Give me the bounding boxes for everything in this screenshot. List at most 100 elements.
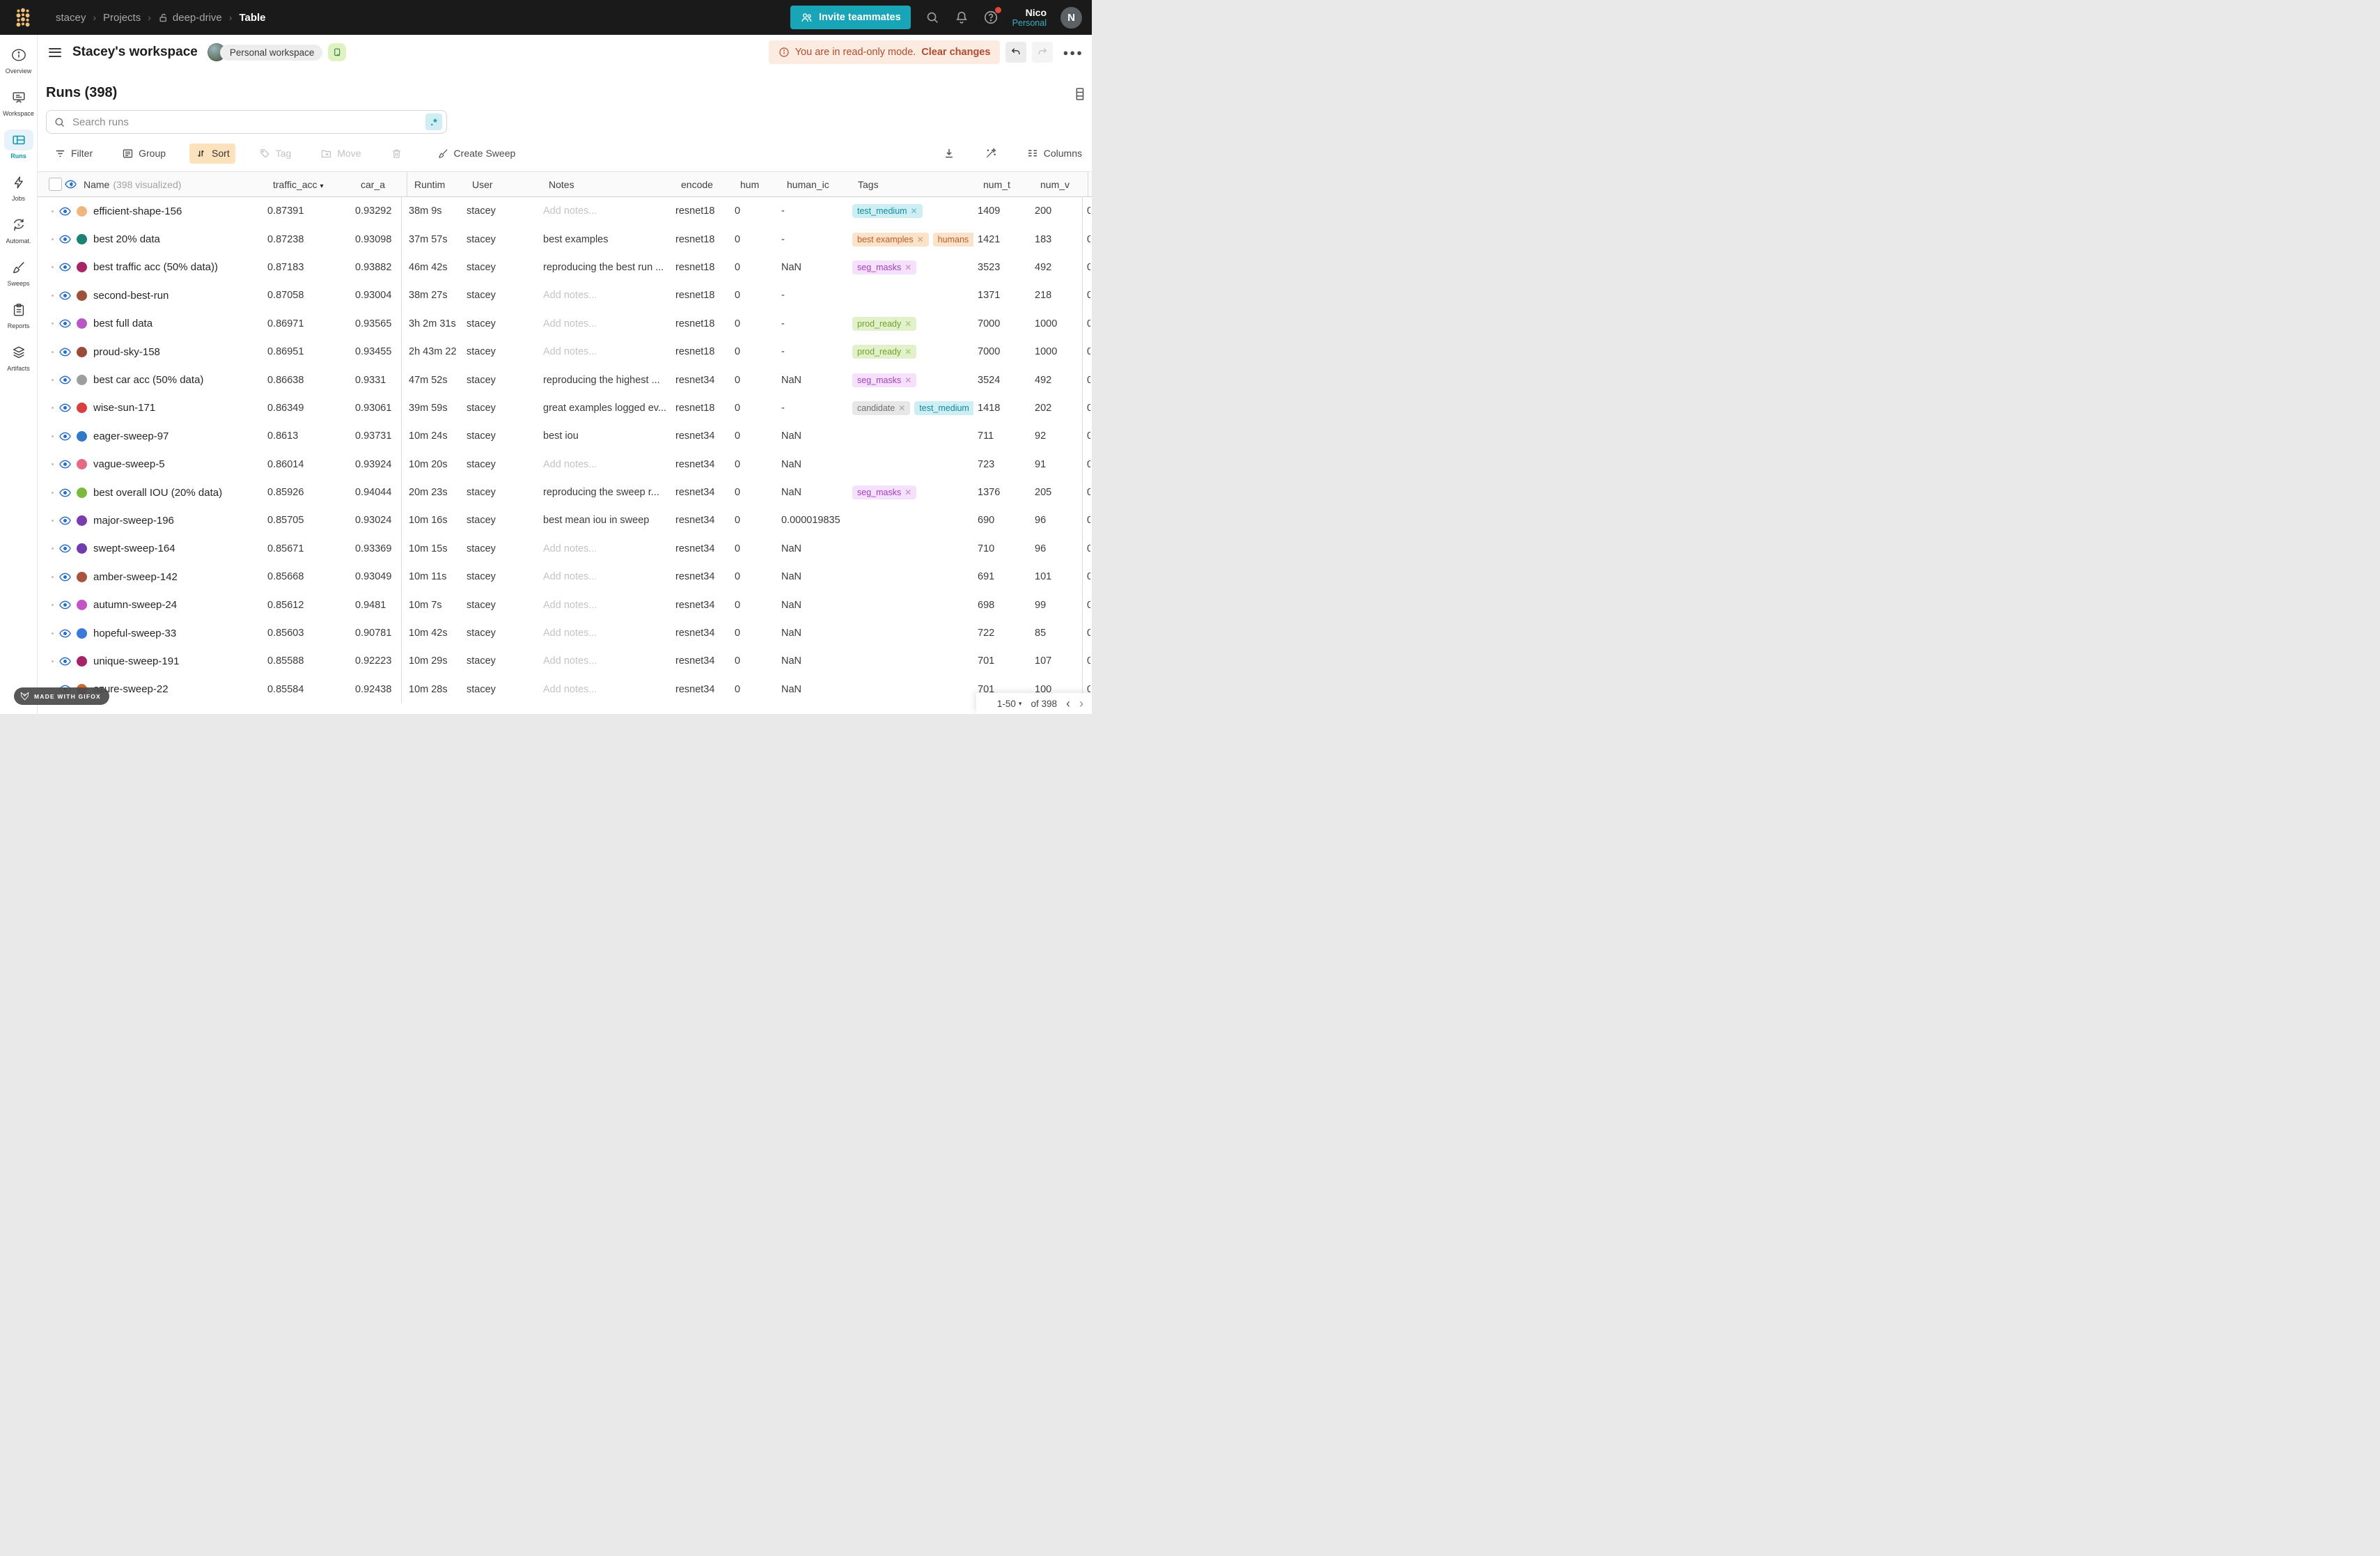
run-name[interactable]: swept-sweep-164 — [93, 543, 263, 554]
help-icon[interactable] — [983, 10, 999, 25]
remove-tag-icon[interactable]: ✕ — [905, 347, 911, 357]
tag-chip[interactable]: seg_masks✕ — [852, 485, 916, 499]
tag-chip[interactable]: test_medium✕ — [852, 204, 923, 218]
table-expand-icon[interactable] — [1074, 87, 1085, 101]
visibility-eye-icon[interactable] — [58, 373, 75, 387]
cell-notes[interactable]: Add notes... — [539, 346, 671, 357]
remove-tag-icon[interactable]: ✕ — [905, 488, 911, 497]
visibility-eye-icon[interactable] — [58, 486, 75, 499]
tag-chip[interactable]: test_medium✕ — [914, 401, 973, 415]
drag-handle[interactable] — [49, 295, 58, 297]
select-all-checkbox[interactable] — [49, 178, 62, 191]
cell-notes[interactable]: Add notes... — [539, 459, 671, 470]
tag-chip[interactable]: humans✕ — [933, 233, 973, 247]
filter-button[interactable]: Filter — [49, 143, 98, 164]
sidebar-item-automations[interactable]: Automat. — [0, 215, 38, 257]
run-name[interactable]: major-sweep-196 — [93, 515, 263, 527]
drag-handle[interactable] — [49, 520, 58, 522]
visibility-eye-icon[interactable] — [58, 205, 75, 218]
cell-notes[interactable]: reproducing the best run ... — [539, 262, 671, 273]
remove-tag-icon[interactable]: ✕ — [911, 206, 918, 216]
drag-handle[interactable] — [49, 576, 58, 578]
tag-chip[interactable]: seg_masks✕ — [852, 260, 916, 274]
search-runs-input[interactable] — [71, 116, 425, 129]
visibility-eye-icon[interactable] — [58, 542, 75, 555]
tag-chip[interactable]: seg_masks✕ — [852, 373, 916, 387]
visibility-eye-icon[interactable] — [58, 458, 75, 471]
cell-notes[interactable]: Add notes... — [539, 290, 671, 301]
run-name[interactable]: proud-sky-158 — [93, 346, 263, 358]
export-button[interactable] — [937, 143, 961, 164]
visibility-eye-icon[interactable] — [58, 655, 75, 668]
cell-notes[interactable]: Add notes... — [539, 543, 671, 554]
run-name[interactable]: azure-sweep-22 — [93, 683, 263, 695]
run-name[interactable]: best overall IOU (20% data) — [93, 487, 263, 499]
tag-chip[interactable]: candidate✕ — [852, 401, 910, 415]
tag-chip[interactable]: prod_ready✕ — [852, 345, 916, 359]
drag-handle[interactable] — [49, 351, 58, 353]
cell-notes[interactable]: Add notes... — [539, 318, 671, 329]
cell-notes[interactable]: Add notes... — [539, 655, 671, 667]
remove-tag-icon[interactable]: ✕ — [905, 263, 911, 272]
cell-notes[interactable]: great examples logged ev... — [539, 403, 671, 414]
sidebar-item-runs[interactable]: Runs — [0, 130, 38, 172]
wandb-logo-icon[interactable] — [11, 6, 35, 29]
drag-handle[interactable] — [49, 210, 58, 212]
sidebar-item-workspace[interactable]: Workspace — [0, 87, 38, 130]
visibility-eye-icon[interactable] — [58, 345, 75, 359]
cell-notes[interactable]: best examples — [539, 234, 671, 245]
drag-handle[interactable] — [49, 322, 58, 325]
run-name[interactable]: best full data — [93, 318, 263, 329]
sidebar-item-jobs[interactable]: Automat. Jobs — [0, 172, 38, 215]
workspace-sparkle-icon[interactable] — [328, 43, 346, 61]
drag-handle[interactable] — [49, 660, 58, 662]
cell-notes[interactable]: Add notes... — [539, 205, 671, 217]
run-name[interactable]: hopeful-sweep-33 — [93, 628, 263, 639]
visibility-eye-icon[interactable] — [58, 260, 75, 274]
run-name[interactable]: autumn-sweep-24 — [93, 599, 263, 611]
column-header-num-v[interactable]: num_v — [1036, 179, 1088, 190]
cell-notes[interactable]: Add notes... — [539, 600, 671, 611]
next-page-button[interactable]: › — [1079, 697, 1083, 710]
tag-chip[interactable]: best examples✕ — [852, 233, 929, 247]
notifications-bell-icon[interactable] — [954, 10, 969, 25]
clear-changes-button[interactable]: Clear changes — [921, 47, 990, 58]
column-header-num-t[interactable]: num_t — [979, 179, 1036, 190]
sort-button[interactable]: Sort — [189, 143, 235, 164]
drag-handle[interactable] — [49, 238, 58, 240]
cell-notes[interactable]: Add notes... — [539, 571, 671, 582]
tag-chip[interactable]: prod_ready✕ — [852, 317, 916, 331]
remove-tag-icon[interactable]: ✕ — [898, 403, 905, 413]
column-header-human[interactable]: human_ic — [783, 179, 854, 190]
cell-notes[interactable]: best mean iou in sweep — [539, 515, 671, 526]
run-name[interactable]: best 20% data — [93, 233, 263, 245]
cell-notes[interactable]: reproducing the sweep r... — [539, 487, 671, 498]
cell-notes[interactable]: reproducing the highest ... — [539, 375, 671, 386]
column-header-traffic-acc[interactable]: traffic_acc▾ — [269, 179, 357, 190]
remove-tag-icon[interactable]: ✕ — [917, 235, 924, 244]
drag-handle[interactable] — [49, 463, 58, 465]
run-name[interactable]: wise-sun-171 — [93, 402, 263, 414]
workspace-type-pill[interactable]: Personal workspace — [220, 45, 323, 61]
run-name[interactable]: amber-sweep-142 — [93, 571, 263, 583]
visibility-eye-icon[interactable] — [58, 430, 75, 443]
regex-toggle-button[interactable]: .* — [425, 114, 442, 130]
breadcrumb-projects[interactable]: Projects — [103, 12, 141, 24]
drag-handle[interactable] — [49, 492, 58, 494]
search-icon[interactable] — [925, 10, 940, 25]
move-button[interactable]: Move — [315, 143, 366, 164]
visibility-eye-icon[interactable] — [58, 233, 75, 246]
remove-tag-icon[interactable]: ✕ — [905, 375, 911, 385]
magic-wand-button[interactable] — [979, 143, 1003, 164]
visibility-eye-icon[interactable] — [58, 289, 75, 302]
sidebar-item-sweeps[interactable]: Sweeps — [0, 257, 38, 299]
create-sweep-button[interactable]: Create Sweep — [432, 143, 522, 164]
column-header-notes[interactable]: Notes — [545, 179, 677, 190]
drag-handle[interactable] — [49, 266, 58, 268]
column-header-car-a[interactable]: car_a — [357, 179, 407, 190]
visibility-eye-icon[interactable] — [58, 627, 75, 640]
visibility-eye-icon[interactable] — [58, 401, 75, 414]
column-header-encoder[interactable]: encode — [677, 179, 735, 190]
user-menu[interactable]: Nico Personal — [1012, 7, 1047, 28]
prev-page-button[interactable]: ‹ — [1066, 697, 1070, 710]
